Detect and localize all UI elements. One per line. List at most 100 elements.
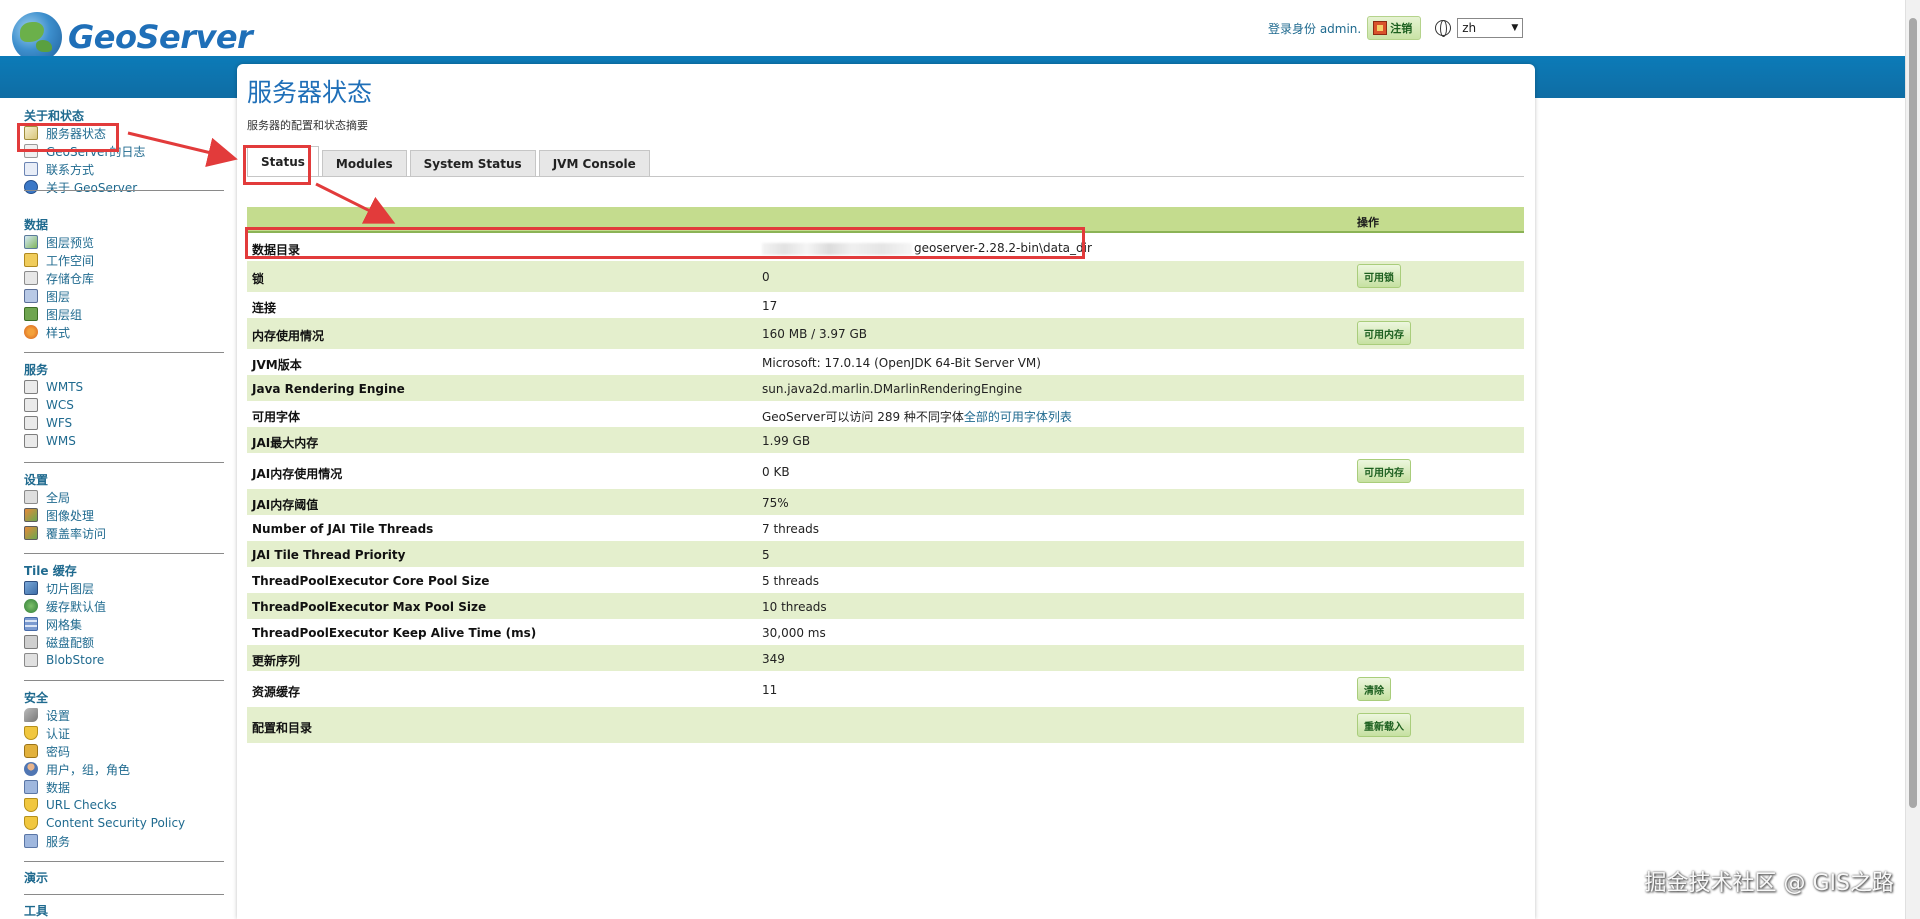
sidebar-item-global[interactable]: 全局 xyxy=(24,488,224,506)
sidebar-item-workspaces[interactable]: 工作空间 xyxy=(24,251,224,269)
sidebar-item-passwords[interactable]: 密码 xyxy=(24,742,224,760)
grid-icon xyxy=(24,617,38,631)
sidebar-item-wms[interactable]: WMS xyxy=(24,432,224,450)
layer-icon xyxy=(24,289,38,303)
free-jai-memory-button[interactable]: 可用内存 xyxy=(1357,459,1411,483)
scrollbar-thumb[interactable] xyxy=(1909,18,1917,808)
table-row-max-pool-size: ThreadPoolExecutor Max Pool Size 10 thre… xyxy=(247,593,1524,619)
sidebar-item-label: 用户，组，角色 xyxy=(46,762,131,777)
reload-button[interactable]: 重新载入 xyxy=(1357,713,1411,737)
tab-system-status[interactable]: System Status xyxy=(409,150,536,176)
top-bar: GeoServer 登录身份 admin. 注销 zh ▼ xyxy=(0,0,1920,62)
sidebar-item-label: 图像处理 xyxy=(46,508,95,523)
service-icon xyxy=(24,398,38,412)
table-row-keep-alive: ThreadPoolExecutor Keep Alive Time (ms) … xyxy=(247,619,1524,645)
sidebar-item-data-security[interactable]: 数据 xyxy=(24,778,224,796)
geoserver-logo[interactable]: GeoServer xyxy=(12,12,253,62)
sidebar-item-stores[interactable]: 存储仓库 xyxy=(24,269,224,287)
sidebar-item-authentication[interactable]: 认证 xyxy=(24,724,224,742)
data-dir-path: geoserver-2.28.2-bin\data_dir xyxy=(914,241,1092,255)
sidebar-item-styles[interactable]: 样式 xyxy=(24,323,224,341)
row-label: ThreadPoolExecutor Max Pool Size xyxy=(252,600,487,614)
table-row-jai-tile-threads: Number of JAI Tile Threads 7 threads xyxy=(247,515,1524,541)
free-memory-button[interactable]: 可用内存 xyxy=(1357,321,1411,345)
sidebar-item-image-processing[interactable]: 图像处理 xyxy=(24,506,224,524)
sidebar-item-layers[interactable]: 图层 xyxy=(24,287,224,305)
sidebar-item-contact[interactable]: 联系方式 xyxy=(24,160,224,178)
table-row-memory: 内存使用情况 160 MB / 3.97 GB 可用内存 xyxy=(247,318,1524,349)
sidebar-item-coverage-access[interactable]: 覆盖率访问 xyxy=(24,524,224,542)
row-label: 可用字体 xyxy=(252,410,301,424)
page-subtitle: 服务器的配置和状态摘要 xyxy=(247,119,368,132)
sidebar-item-security-settings[interactable]: 设置 xyxy=(24,706,224,724)
map-preview-icon xyxy=(24,235,38,249)
row-label: Java Rendering Engine xyxy=(252,382,405,396)
disk-icon xyxy=(24,635,38,649)
sidebar-item-tile-layers[interactable]: 切片图层 xyxy=(24,579,224,597)
store-icon xyxy=(24,271,38,285)
globe-language-icon xyxy=(1435,20,1452,37)
sidebar-item-label: 缓存默认值 xyxy=(46,599,107,614)
sidebar-item-disk-quota[interactable]: 磁盘配额 xyxy=(24,633,224,651)
row-label: 连接 xyxy=(252,301,277,315)
sidebar-item-csp[interactable]: Content Security Policy xyxy=(24,814,224,832)
sidebar-item-wfs[interactable]: WFS xyxy=(24,414,224,432)
tab-jvm-console[interactable]: JVM Console xyxy=(538,150,650,176)
free-locks-button[interactable]: 可用锁 xyxy=(1357,264,1401,288)
logout-icon xyxy=(1373,21,1388,35)
shield-icon xyxy=(24,798,38,812)
sidebar-item-about[interactable]: 关于 GeoServer xyxy=(24,178,224,196)
table-row-config-catalog: 配置和目录 重新载入 xyxy=(247,707,1524,743)
sidebar-item-label: Content Security Policy xyxy=(46,816,186,830)
page-scrollbar[interactable] xyxy=(1905,0,1920,919)
logout-button[interactable]: 注销 xyxy=(1367,16,1422,40)
data-icon xyxy=(24,780,38,794)
coverage-icon xyxy=(24,526,38,540)
tab-status[interactable]: Status xyxy=(247,146,319,176)
row-value: GeoServer可以访问 289 种不同字体全部的可用字体列表 xyxy=(762,408,1072,425)
sidebar-item-wcs[interactable]: WCS xyxy=(24,396,224,414)
clear-cache-button[interactable]: 清除 xyxy=(1357,677,1391,701)
language-select[interactable]: zh ▼ xyxy=(1457,18,1524,38)
sidebar-item-service-security[interactable]: 服务 xyxy=(24,832,224,850)
service-icon xyxy=(24,380,38,394)
table-row-jvm-version: JVM版本 Microsoft: 17.0.14 (OpenJDK 64-Bit… xyxy=(247,349,1524,375)
tabs-divider xyxy=(247,176,1524,177)
sidebar-item-label: 服务器状态 xyxy=(46,126,107,141)
sidebar-divider xyxy=(24,680,224,681)
all-fonts-link[interactable]: 全部的可用字体列表 xyxy=(964,410,1072,424)
sidebar-divider xyxy=(24,861,224,862)
sidebar-item-layer-groups[interactable]: 图层组 xyxy=(24,305,224,323)
sidebar-item-wmts[interactable]: WMTS xyxy=(24,378,224,396)
row-value: 11 xyxy=(762,683,778,697)
document-icon xyxy=(24,144,38,158)
sidebar-divider xyxy=(24,352,224,353)
sidebar-item-logs[interactable]: GeoServer的日志 xyxy=(24,142,224,160)
settings-icon xyxy=(24,490,38,504)
sidebar-item-server-status[interactable]: 服务器状态 xyxy=(24,124,224,142)
palette-icon xyxy=(24,325,38,339)
sidebar-item-layer-preview[interactable]: 图层预览 xyxy=(24,233,224,251)
row-value: 17 xyxy=(762,299,778,313)
sidebar-item-label: 图层 xyxy=(46,289,71,304)
sidebar-item-url-checks[interactable]: URL Checks xyxy=(24,796,224,814)
sidebar-divider xyxy=(24,462,224,463)
tab-modules[interactable]: Modules xyxy=(321,150,407,176)
globe-icon xyxy=(24,599,38,613)
row-value: 1.99 GB xyxy=(762,434,811,448)
row-label: JAI内存阈值 xyxy=(252,498,319,512)
sidebar-item-users-groups-roles[interactable]: 用户，组，角色 xyxy=(24,760,224,778)
sidebar-item-label: WMS xyxy=(46,434,76,448)
sidebar-item-blobstore[interactable]: BlobStore xyxy=(24,651,224,669)
chevron-down-icon: ▼ xyxy=(1511,23,1519,33)
sidebar-section-title: 关于和状态 xyxy=(24,109,85,123)
sidebar-section-security: 安全 设置 认证 密码 用户，组，角色 数据 URL Checks Conten… xyxy=(24,690,224,850)
sidebar-item-label: 联系方式 xyxy=(46,162,95,177)
sidebar-divider xyxy=(24,553,224,554)
sidebar-item-label: 磁盘配额 xyxy=(46,635,95,650)
sidebar-item-caching-defaults[interactable]: 缓存默认值 xyxy=(24,597,224,615)
row-value: sun.java2d.marlin.DMarlinRenderingEngine xyxy=(762,382,1023,396)
sidebar-item-gridsets[interactable]: 网格集 xyxy=(24,615,224,633)
row-label: JVM版本 xyxy=(252,358,302,372)
sidebar-item-label: 图层预览 xyxy=(46,235,95,250)
